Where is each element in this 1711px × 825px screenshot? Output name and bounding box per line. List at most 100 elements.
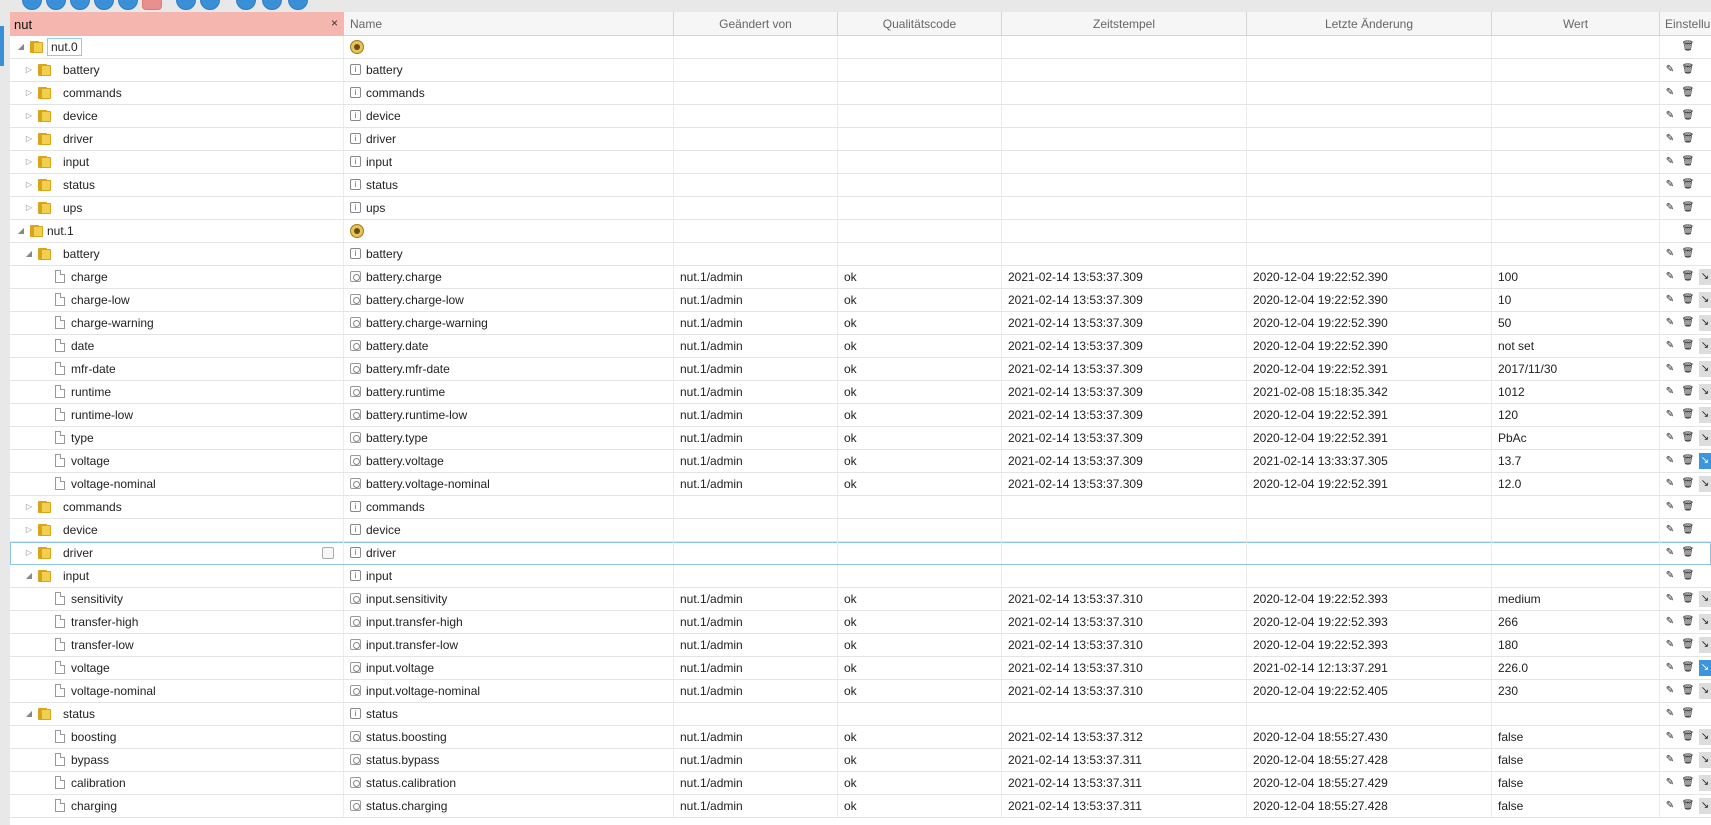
tree-cell[interactable]: ▷ input bbox=[10, 151, 344, 173]
history-icon[interactable]: ↘ bbox=[1699, 407, 1711, 423]
expand-toggle-icon[interactable]: ▷ bbox=[24, 128, 34, 150]
value-cell[interactable]: 1012 bbox=[1492, 381, 1660, 403]
delete-icon[interactable]: 🗑 bbox=[1681, 453, 1695, 469]
delete-icon[interactable]: 🗑 bbox=[1681, 522, 1695, 538]
tree-cell[interactable]: voltage-nominal bbox=[10, 473, 344, 495]
tree-cell[interactable]: ▷ status bbox=[10, 174, 344, 196]
history-icon[interactable]: ↘ bbox=[1699, 729, 1711, 745]
value-cell[interactable] bbox=[1492, 36, 1660, 58]
delete-icon[interactable]: 🗑 bbox=[1681, 568, 1695, 584]
value-cell[interactable]: 12.0 bbox=[1492, 473, 1660, 495]
tree-cell[interactable]: mfr-date bbox=[10, 358, 344, 380]
edit-icon[interactable]: ✎ bbox=[1663, 545, 1677, 561]
table-row[interactable]: ▷ driver i driver ✎ 🗑 bbox=[10, 542, 1711, 565]
expand-toggle-icon[interactable]: ▷ bbox=[24, 496, 34, 518]
table-row[interactable]: ▷ driver i driver ✎ 🗑 bbox=[10, 128, 1711, 151]
value-cell[interactable] bbox=[1492, 220, 1660, 242]
history-icon[interactable]: ↘ bbox=[1699, 798, 1711, 814]
table-row[interactable]: voltage battery.voltage nut.1/admin ok 2021-… bbox=[10, 450, 1711, 473]
delete-icon[interactable]: 🗑 bbox=[1681, 177, 1695, 193]
delete-icon[interactable]: 🗑 bbox=[1681, 798, 1695, 814]
value-cell[interactable]: 226.0 bbox=[1492, 657, 1660, 679]
table-row[interactable]: boosting status.boosting nut.1/admin ok 2021… bbox=[10, 726, 1711, 749]
table-row[interactable]: sensitivity input.sensitivity nut.1/admin o… bbox=[10, 588, 1711, 611]
column-header-value[interactable]: Wert bbox=[1492, 12, 1660, 36]
edit-icon[interactable]: ✎ bbox=[1663, 292, 1677, 308]
table-row[interactable]: runtime-low battery.runtime-low nut.1/admi… bbox=[10, 404, 1711, 427]
edit-icon[interactable]: ✎ bbox=[1663, 568, 1677, 584]
tree-cell[interactable]: bypass bbox=[10, 749, 344, 771]
edit-icon[interactable]: ✎ bbox=[1663, 476, 1677, 492]
delete-icon[interactable]: 🗑 bbox=[1681, 200, 1695, 216]
value-cell[interactable]: 13.7 bbox=[1492, 450, 1660, 472]
history-icon[interactable]: ↘ bbox=[1699, 430, 1711, 446]
tree-cell[interactable]: ▷ ups bbox=[10, 197, 344, 219]
expand-toggle-icon[interactable]: ▷ bbox=[24, 174, 34, 196]
tree-cell[interactable]: ▷ device bbox=[10, 519, 344, 541]
table-row[interactable]: charging status.charging nut.1/admin ok 2021… bbox=[10, 795, 1711, 818]
value-cell[interactable]: 120 bbox=[1492, 404, 1660, 426]
delete-icon[interactable]: 🗑 bbox=[1681, 384, 1695, 400]
edit-icon[interactable]: ✎ bbox=[1663, 729, 1677, 745]
edit-icon[interactable]: ✎ bbox=[1663, 177, 1677, 193]
custom-button[interactable] bbox=[176, 0, 196, 10]
value-cell[interactable]: not set bbox=[1492, 335, 1660, 357]
value-cell[interactable] bbox=[1492, 496, 1660, 518]
tree-cell[interactable]: transfer-low bbox=[10, 634, 344, 656]
value-cell[interactable]: 2017/11/30 bbox=[1492, 358, 1660, 380]
table-row[interactable]: ▷ status i status ✎ 🗑 bbox=[10, 174, 1711, 197]
history-icon[interactable]: ↘ bbox=[1699, 269, 1711, 285]
value-cell[interactable]: 10 bbox=[1492, 289, 1660, 311]
delete-icon[interactable]: 🗑 bbox=[1681, 430, 1695, 446]
delete-icon[interactable]: 🗑 bbox=[1681, 39, 1695, 55]
table-row[interactable]: voltage-nominal battery.voltage-nominal nu… bbox=[10, 473, 1711, 496]
tree-cell[interactable]: charge bbox=[10, 266, 344, 288]
table-row[interactable]: ▷ ups i ups ✎ 🗑 bbox=[10, 197, 1711, 220]
tree-cell[interactable]: ◢ status bbox=[10, 703, 344, 725]
expand-toggle-icon[interactable]: ◢ bbox=[16, 220, 26, 242]
table-row[interactable]: ◢ nut.1 🗑 bbox=[10, 220, 1711, 243]
value-cell[interactable] bbox=[1492, 519, 1660, 541]
value-cell[interactable] bbox=[1492, 565, 1660, 587]
tree-cell[interactable]: ◢ battery bbox=[10, 243, 344, 265]
delete-icon[interactable]: 🗑 bbox=[1681, 246, 1695, 262]
expand-toggle-icon[interactable]: ◢ bbox=[24, 243, 34, 265]
table-row[interactable]: voltage-nominal input.voltage-nominal nut.… bbox=[10, 680, 1711, 703]
table-row[interactable]: ◢ battery i battery ✎ 🗑 bbox=[10, 243, 1711, 266]
column-header-timestamp[interactable]: Zeitstempel bbox=[1002, 12, 1247, 36]
tree-cell[interactable]: ▷ commands bbox=[10, 82, 344, 104]
value-cell[interactable] bbox=[1492, 59, 1660, 81]
history-icon[interactable]: ↘ bbox=[1699, 384, 1711, 400]
table-row[interactable]: date battery.date nut.1/admin ok 2021-02-14 … bbox=[10, 335, 1711, 358]
value-cell[interactable] bbox=[1492, 174, 1660, 196]
value-cell[interactable] bbox=[1492, 703, 1660, 725]
history-icon[interactable]: ↘ bbox=[1699, 752, 1711, 768]
table-row[interactable]: ▷ device i device ✎ 🗑 bbox=[10, 105, 1711, 128]
delete-icon[interactable]: 🗑 bbox=[1681, 85, 1695, 101]
delete-icon[interactable]: 🗑 bbox=[1681, 637, 1695, 653]
delete-icon[interactable]: 🗑 bbox=[1681, 361, 1695, 377]
edit-icon[interactable]: ✎ bbox=[1663, 200, 1677, 216]
history-icon[interactable]: ↘ bbox=[1699, 637, 1711, 653]
delete-icon[interactable]: 🗑 bbox=[1681, 752, 1695, 768]
delete-icon[interactable]: 🗑 bbox=[1681, 154, 1695, 170]
tree-cell[interactable]: sensitivity bbox=[10, 588, 344, 610]
delete-icon[interactable]: 🗑 bbox=[1681, 660, 1695, 676]
delete-icon[interactable]: 🗑 bbox=[1681, 269, 1695, 285]
edit-icon[interactable]: ✎ bbox=[1663, 453, 1677, 469]
tree-cell[interactable]: type bbox=[10, 427, 344, 449]
delete-icon[interactable]: 🗑 bbox=[1681, 476, 1695, 492]
tree-cell[interactable]: voltage-nominal bbox=[10, 680, 344, 702]
edit-icon[interactable]: ✎ bbox=[1663, 62, 1677, 78]
column-header-name[interactable]: Name bbox=[344, 12, 674, 36]
table-row[interactable]: type battery.type nut.1/admin ok 2021-02-14 … bbox=[10, 427, 1711, 450]
edit-icon[interactable]: ✎ bbox=[1663, 131, 1677, 147]
tree-cell[interactable]: date bbox=[10, 335, 344, 357]
table-row[interactable]: mfr-date battery.mfr-date nut.1/admin ok 202… bbox=[10, 358, 1711, 381]
edit-icon[interactable]: ✎ bbox=[1663, 361, 1677, 377]
edit-icon[interactable]: ✎ bbox=[1663, 660, 1677, 676]
delete-icon[interactable]: 🗑 bbox=[1681, 407, 1695, 423]
edit-icon[interactable]: ✎ bbox=[1663, 85, 1677, 101]
tree-cell[interactable]: boosting bbox=[10, 726, 344, 748]
tree-cell[interactable]: runtime-low bbox=[10, 404, 344, 426]
